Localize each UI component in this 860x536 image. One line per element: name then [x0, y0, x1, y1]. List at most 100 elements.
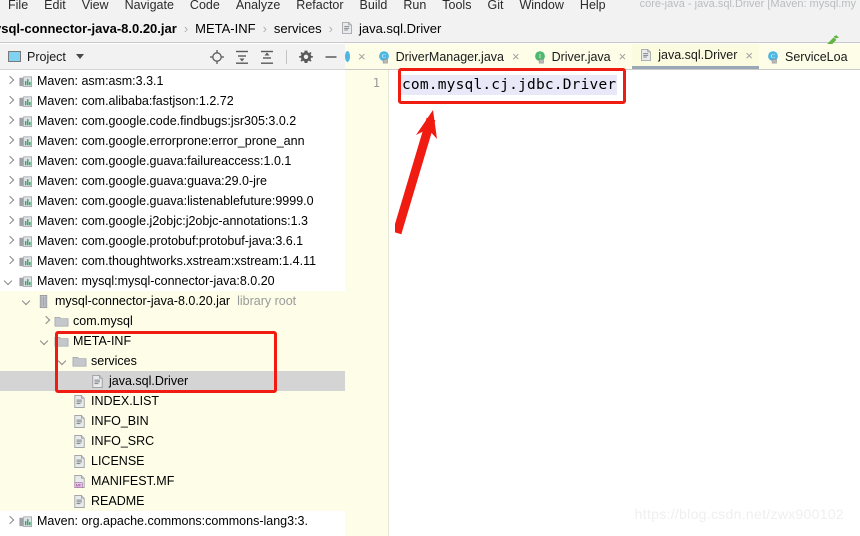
tab-close-icon[interactable]: ×	[358, 50, 366, 63]
menu-item-navigate[interactable]: Navigate	[117, 0, 182, 14]
menu-item-refactor[interactable]: Refactor	[288, 0, 351, 14]
class-icon: C	[378, 50, 389, 63]
chevron-right-icon[interactable]	[5, 137, 14, 146]
tree-row[interactable]: META-INF	[0, 331, 345, 351]
chevron-down-icon[interactable]	[41, 337, 50, 346]
chevron-right-icon[interactable]	[5, 77, 14, 86]
file-icon	[74, 414, 85, 428]
chevron-right-icon[interactable]	[41, 317, 50, 326]
tab-java-sql-driver[interactable]: java.sql.Driver ×	[632, 44, 759, 69]
tree-row[interactable]: Maven: com.google.guava:guava:29.0-jre	[0, 171, 345, 191]
menu-item-analyze[interactable]: Analyze	[228, 0, 288, 14]
tab-partial-left[interactable]: ×	[345, 44, 370, 69]
tab-serviceloa[interactable]: C ServiceLoa	[759, 44, 854, 69]
menu-item-build[interactable]: Build	[352, 0, 396, 14]
menu-item-file[interactable]: File	[0, 0, 36, 14]
collapse-all-icon[interactable]	[259, 49, 275, 65]
breadcrumb-item-2[interactable]: services	[274, 14, 322, 43]
menu-item-help[interactable]: Help	[572, 0, 614, 14]
menu-item-view[interactable]: View	[74, 0, 117, 14]
tree-row[interactable]: Maven: com.alibaba:fastjson:1.2.72	[0, 91, 345, 111]
breadcrumb-separator: ›	[183, 20, 189, 36]
expand-all-icon[interactable]	[234, 49, 250, 65]
maven-lib-icon	[19, 275, 32, 287]
code-content[interactable]: com.mysql.cj.jdbc.Driver	[401, 75, 618, 95]
chevron-right-icon[interactable]	[5, 517, 14, 526]
tree-row[interactable]: Maven: asm:asm:3.3.1	[0, 71, 345, 91]
menu-item-git[interactable]: Git	[479, 0, 511, 14]
tree-row[interactable]: INFO_SRC	[0, 431, 345, 451]
project-panel-title-group[interactable]: Project	[8, 50, 84, 64]
project-panel-label: Project	[27, 49, 66, 64]
chevron-right-icon[interactable]	[5, 97, 14, 106]
tree-row-label: Maven: asm:asm:3.3.1	[37, 74, 164, 88]
tab-drivermanager-java[interactable]: C DriverManager.java ×	[369, 44, 526, 69]
tree-row[interactable]: Maven: org.apache.commons:commons-lang3:…	[0, 511, 345, 531]
tree-row[interactable]: services	[0, 351, 345, 371]
editor-area[interactable]: 1 com.mysql.cj.jdbc.Driver	[345, 70, 860, 536]
tree-row[interactable]: INDEX.LIST	[0, 391, 345, 411]
chevron-right-icon[interactable]	[5, 237, 14, 246]
ide-window: core-java - java.sql.Driver [Maven: mysq…	[0, 0, 860, 536]
chevron-down-icon[interactable]	[59, 357, 68, 366]
tree-row[interactable]: mysql-connector-java-8.0.20.jar library r…	[0, 291, 345, 311]
tree-row[interactable]: com.mysql	[0, 311, 345, 331]
tree-row-label: Maven: com.google.code.findbugs:jsr305:3…	[37, 114, 297, 128]
chevron-right-icon[interactable]	[5, 177, 14, 186]
menu-item-window[interactable]: Window	[511, 0, 571, 14]
tab-driver-java[interactable]: I Driver.java ×	[525, 44, 633, 69]
breadcrumb-label: ysql-connector-java-8.0.20.jar	[0, 20, 177, 36]
tree-row[interactable]: Maven: mysql:mysql-connector-java:8.0.20	[0, 271, 345, 291]
locate-icon[interactable]	[209, 49, 225, 65]
tree-row-label: Maven: com.google.guava:failureaccess:1.…	[37, 154, 292, 168]
chevron-right-icon[interactable]	[5, 197, 14, 206]
menu-bar: File Edit View Navigate Code Analyze Refactor B…	[0, 0, 700, 14]
tree-row-label: README	[91, 494, 145, 508]
breadcrumb-item-1[interactable]: META-INF	[195, 14, 255, 43]
tree-row-selected[interactable]: java.sql.Driver	[0, 371, 345, 391]
tree-row[interactable]: Maven: com.google.code.findbugs:jsr305:3…	[0, 111, 345, 131]
tree-row-label: Maven: com.google.guava:listenablefuture…	[37, 194, 314, 208]
chevron-down-icon[interactable]	[5, 277, 14, 286]
hide-minimize-icon[interactable]	[323, 49, 339, 65]
tree-row-label: Maven: org.apache.commons:commons-lang3:…	[37, 514, 308, 528]
chevron-right-icon[interactable]	[5, 117, 14, 126]
menu-item-tools[interactable]: Tools	[434, 0, 479, 14]
breadcrumb-item-0[interactable]: ysql-connector-java-8.0.20.jar	[0, 14, 177, 43]
chevron-down-icon[interactable]	[75, 54, 84, 59]
tree-row[interactable]: Maven: com.google.guava:listenablefuture…	[0, 191, 345, 211]
tree-row[interactable]: Maven: com.google.guava:failureaccess:1.…	[0, 151, 345, 171]
chevron-right-icon[interactable]	[5, 257, 14, 266]
tree-row[interactable]: Maven: com.thoughtworks.xstream:xstream:…	[0, 251, 345, 271]
settings-gear-icon[interactable]	[298, 49, 314, 65]
folder-icon	[54, 336, 69, 347]
breadcrumb-item-3[interactable]: java.sql.Driver	[340, 14, 441, 43]
tree-row[interactable]: LICENSE	[0, 451, 345, 471]
tab-close-icon[interactable]: ×	[619, 50, 627, 63]
interface-icon: I	[534, 50, 545, 63]
tree-row[interactable]: README	[0, 491, 345, 511]
menu-item-edit[interactable]: Edit	[36, 0, 74, 14]
tab-close-icon[interactable]: ×	[512, 50, 520, 63]
tree-row[interactable]: MF MANIFEST.MF	[0, 471, 345, 491]
tree-row[interactable]: INFO_BIN	[0, 411, 345, 431]
tree-row-label: Maven: mysql:mysql-connector-java:8.0.20	[37, 274, 275, 288]
file-icon	[641, 48, 651, 62]
project-tree[interactable]: Maven: asm:asm:3.3.1 Maven: com.alibaba:f…	[0, 70, 345, 536]
tree-row[interactable]: Maven: com.google.protobuf:protobuf-java…	[0, 231, 345, 251]
menu-item-run[interactable]: Run	[395, 0, 434, 14]
breadcrumb: ysql-connector-java-8.0.20.jar › META-INF ›…	[0, 14, 860, 50]
menu-item-code[interactable]: Code	[182, 0, 228, 14]
chevron-right-icon[interactable]	[5, 217, 14, 226]
tree-row-label: INFO_BIN	[91, 414, 149, 428]
chevron-right-icon[interactable]	[5, 157, 14, 166]
tree-row[interactable]: Maven: com.google.errorprone:error_prone…	[0, 131, 345, 151]
chevron-down-icon[interactable]	[23, 297, 32, 306]
tab-close-icon[interactable]: ×	[745, 49, 753, 62]
tree-row[interactable]: Maven: com.google.j2objc:j2objc-annotati…	[0, 211, 345, 231]
